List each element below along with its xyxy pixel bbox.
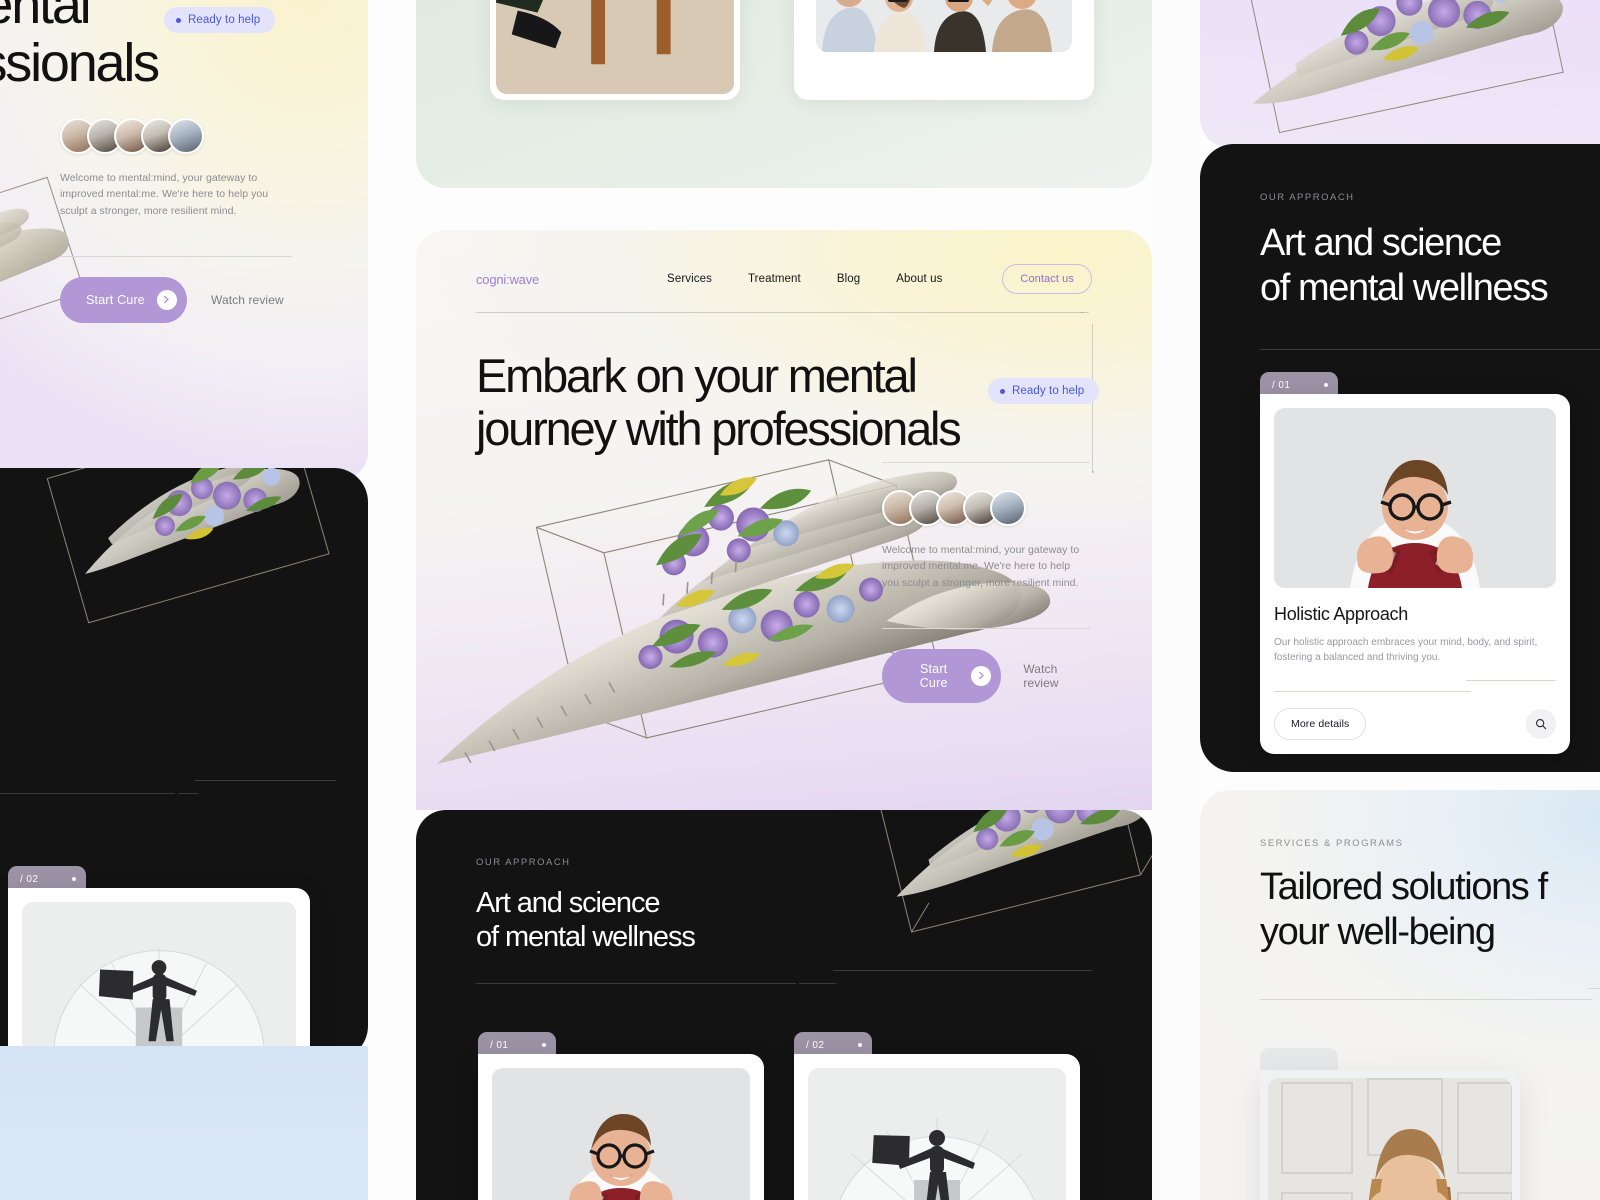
approach-card[interactable]: / 01 [478,1032,764,1200]
card-image [22,902,296,1052]
tab-dot-icon [1324,383,1328,387]
hero-title-line2: journey with professionals [476,402,962,455]
photo-card [490,0,740,100]
hero-description: Welcome to mental:mind, your gateway to … [882,544,1080,589]
left-hero-artboard: r mental ofessionals Ready to help Welco… [0,0,368,480]
card-image [492,1068,750,1200]
left-dark-artboard: / 02 [0,468,368,1060]
start-cure-button[interactable]: Start Cure [882,648,1002,703]
brand-logo[interactable]: cogni:wave [476,272,539,287]
service-card[interactable] [1260,1048,1520,1200]
section-title-line2: your well-being [1260,910,1496,953]
nav-link-about-us[interactable]: About us [896,273,942,285]
hand-illustration [1210,0,1600,148]
right-approach-artboard: OUR APPROACH Art and science of mental w… [1200,144,1600,772]
frame-line-top [476,312,1084,313]
status-dot-icon [1000,388,1005,394]
photo-card [794,0,1094,100]
center-hero-artboard: cogni:wave Services Treatment Blog About… [416,230,1152,810]
specialist-avatar-group [882,490,1090,526]
approach-card[interactable]: / 02 [794,1032,1080,1200]
contact-us-button[interactable]: Contact us [1002,264,1092,294]
watch-review-link[interactable]: Watch review [1023,662,1090,690]
right-top-artboard [1200,0,1600,148]
hero-description: Welcome to mental:mind, your gateway to … [60,172,269,217]
ready-to-help-label: Ready to help [1012,385,1085,397]
start-cure-label: Start Cure [919,661,948,690]
card-index-label: / 01 [1272,379,1291,391]
status-dot-icon [176,17,181,23]
navbar: cogni:wave Services Treatment Blog About… [476,258,1092,300]
section-title-line1: Art and science [1260,222,1502,264]
section-title-line2: of mental wellness [1260,266,1549,309]
tab-dot-icon [72,877,76,881]
more-details-button[interactable]: More details [1274,708,1367,740]
watch-review-link[interactable]: Watch review [211,293,284,307]
ready-to-help-badge[interactable]: Ready to help [164,7,276,33]
card-footer: More details [1274,708,1556,740]
center-top-artboard [416,0,1152,188]
ready-to-help-label: Ready to help [188,14,261,26]
section-title-line2: of mental wellness [476,921,696,954]
nav-link-treatment[interactable]: Treatment [748,273,801,285]
left-hero-title-line2: ofessionals [0,33,160,93]
divider [1260,336,1600,350]
frame-line-step [1080,312,1096,324]
hero-title-line1: Embark on your mental [476,349,918,402]
approach-card[interactable]: / 02 [8,866,310,1060]
divider [1260,988,1600,1000]
nav-link-blog[interactable]: Blog [837,273,860,285]
nav-links: Services Treatment Blog About us [667,273,942,285]
hand-illustration [862,810,1152,972]
search-icon[interactable] [1526,709,1556,739]
arrow-right-icon [971,665,992,686]
left-blue-artboard [0,1046,368,1200]
section-eyebrow: SERVICES & PROGRAMS [1260,838,1404,849]
card-description: Our holistic approach embraces your mind… [1274,637,1538,663]
board-gutter [1152,0,1200,1200]
section-eyebrow: OUR APPROACH [1260,192,1355,203]
center-approach-artboard: OUR APPROACH Art and science of mental w… [416,810,1152,1200]
card-image [1274,408,1556,588]
tab-dot-icon [858,1043,862,1047]
section-eyebrow: OUR APPROACH [476,857,571,868]
board-gutter [368,0,416,1200]
arrow-right-icon [156,289,177,310]
card-image [808,1068,1066,1200]
divider [882,462,1090,474]
divider [60,245,292,257]
ready-to-help-badge[interactable]: Ready to help [988,378,1100,404]
approach-card[interactable]: / 01 [1260,372,1570,754]
section-title-line1: Art and science [476,887,660,919]
avatar [168,118,204,154]
divider [1274,680,1556,692]
card-title: Holistic Approach [1274,604,1408,624]
start-cure-label: Start Cure [86,292,145,307]
start-cure-button[interactable]: Start Cure [60,276,187,323]
divider [476,970,1092,984]
right-services-artboard: SERVICES & PROGRAMS Tailored solutions f… [1200,790,1600,1200]
section-title-line1: Tailored solutions f [1260,866,1548,908]
avatar [990,490,1026,526]
card-index-label: / 01 [490,1039,509,1051]
hand-illustration [20,468,368,668]
frame-corner [1092,471,1094,473]
card-index-label: / 02 [806,1039,825,1051]
divider [0,780,336,794]
tab-dot-icon [542,1043,546,1047]
card-image [1268,1078,1512,1200]
card-index-label: / 02 [20,873,39,885]
design-board: r mental ofessionals Ready to help Welco… [0,0,1600,1200]
nav-link-services[interactable]: Services [667,273,712,285]
specialist-avatar-group [60,118,292,154]
divider [882,617,1090,629]
